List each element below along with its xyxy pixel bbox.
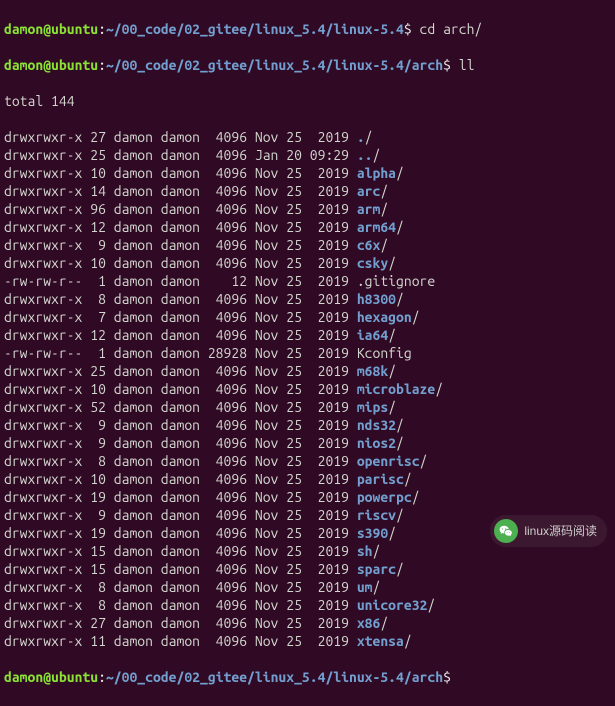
list-item: -rw-rw-r-- 1 damon damon 12 Nov 25 2019 … [4,272,611,290]
dir-name: nds32 [357,417,396,433]
dir-name: hexagon [357,309,412,325]
dir-name: xtensa [357,633,404,649]
list-item: drwxrwxr-x 15 damon damon 4096 Nov 25 20… [4,560,611,578]
dir-name: c6x [357,237,381,253]
file-name: Kconfig [357,345,412,361]
list-item: drwxrwxr-x 8 damon damon 4096 Nov 25 201… [4,452,611,470]
list-item: drwxrwxr-x 27 damon damon 4096 Nov 25 20… [4,614,611,632]
list-item: drwxrwxr-x 25 damon damon 4096 Jan 20 09… [4,146,611,164]
dir-name: sparc [357,561,396,577]
dir-name: nios2 [357,435,396,451]
dir-name: .. [357,147,373,163]
list-item: drwxrwxr-x 8 damon damon 4096 Nov 25 201… [4,578,611,596]
watermark-badge: linux源码阅读 [490,515,607,547]
list-item: drwxrwxr-x 19 damon damon 4096 Nov 25 20… [4,488,611,506]
dir-name: arc [357,183,381,199]
total-line: total 144 [4,92,611,110]
dir-name: riscv [357,507,396,523]
list-item: drwxrwxr-x 8 damon damon 4096 Nov 25 201… [4,596,611,614]
dir-name: arm [357,201,381,217]
dir-name: alpha [357,165,396,181]
file-name: .gitignore [357,273,435,289]
list-item: drwxrwxr-x 10 damon damon 4096 Nov 25 20… [4,254,611,272]
dir-name: m68k [357,363,388,379]
watermark-text: linux源码阅读 [524,522,597,540]
list-item: drwxrwxr-x 9 damon damon 4096 Nov 25 201… [4,434,611,452]
list-item: drwxrwxr-x 12 damon damon 4096 Nov 25 20… [4,218,611,236]
list-item: drwxrwxr-x 25 damon damon 4096 Nov 25 20… [4,362,611,380]
list-item: drwxrwxr-x 8 damon damon 4096 Nov 25 201… [4,290,611,308]
list-item: drwxrwxr-x 27 damon damon 4096 Nov 25 20… [4,128,611,146]
dir-name: h8300 [357,291,396,307]
dir-name: um [357,579,373,595]
dir-name: powerpc [357,489,412,505]
dir-name: sh [357,543,373,559]
dir-name: . [357,129,365,145]
dir-name: mips [357,399,388,415]
prompt-line: damon@ubuntu:~/00_code/02_gitee/linux_5.… [4,56,611,74]
dir-name: parisc [357,471,404,487]
prompt-line-prev: damon@ubuntu:~/00_code/02_gitee/linux_5.… [4,20,611,38]
list-item: drwxrwxr-x 9 damon damon 4096 Nov 25 201… [4,236,611,254]
list-item: drwxrwxr-x 12 damon damon 4096 Nov 25 20… [4,326,611,344]
dir-name: unicore32 [357,597,428,613]
dir-name: microblaze [357,381,435,397]
dir-name: ia64 [357,327,388,343]
list-item: -rw-rw-r-- 1 damon damon 28928 Nov 25 20… [4,344,611,362]
dir-name: s390 [357,525,388,541]
list-item: drwxrwxr-x 96 damon damon 4096 Nov 25 20… [4,200,611,218]
list-item: drwxrwxr-x 14 damon damon 4096 Nov 25 20… [4,182,611,200]
wechat-icon [494,519,518,543]
list-item: drwxrwxr-x 10 damon damon 4096 Nov 25 20… [4,380,611,398]
list-item: drwxrwxr-x 52 damon damon 4096 Nov 25 20… [4,398,611,416]
dir-name: csky [357,255,388,271]
list-item: drwxrwxr-x 10 damon damon 4096 Nov 25 20… [4,164,611,182]
list-item: drwxrwxr-x 9 damon damon 4096 Nov 25 201… [4,416,611,434]
terminal-output[interactable]: damon@ubuntu:~/00_code/02_gitee/linux_5.… [0,0,615,706]
prompt-line-next: damon@ubuntu:~/00_code/02_gitee/linux_5.… [4,668,611,686]
dir-name: openrisc [357,453,420,469]
dir-name: arm64 [357,219,396,235]
list-item: drwxrwxr-x 10 damon damon 4096 Nov 25 20… [4,470,611,488]
list-item: drwxrwxr-x 11 damon damon 4096 Nov 25 20… [4,632,611,650]
list-item: drwxrwxr-x 7 damon damon 4096 Nov 25 201… [4,308,611,326]
dir-name: x86 [357,615,381,631]
